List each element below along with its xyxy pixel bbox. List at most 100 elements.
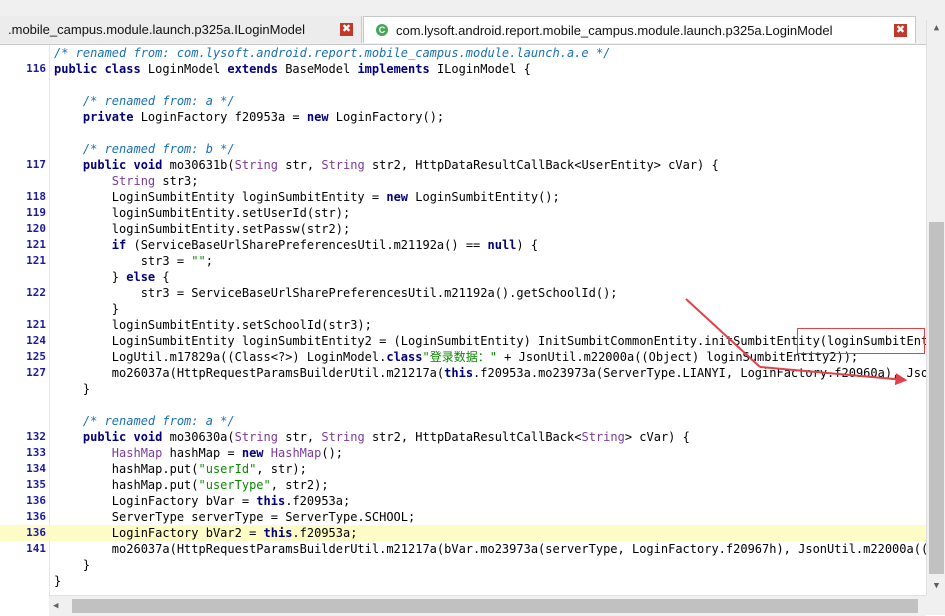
line-number: 136	[26, 494, 46, 507]
code-token: LoginFactory bVar =	[54, 494, 257, 508]
code-line[interactable]: 117 public void mo30631b(String str, Str…	[0, 157, 926, 173]
code-token: LoginFactory();	[335, 110, 445, 124]
vertical-scroll-thumb[interactable]	[929, 222, 944, 574]
code-line[interactable]: /* renamed from: a */	[0, 413, 926, 429]
code-editor[interactable]: /* renamed from: com.lysoft.android.repo…	[0, 45, 926, 595]
code-token: ""	[191, 254, 206, 268]
code-token: str2, HttpDataResultCallBack<UserEntity>…	[364, 158, 719, 172]
code-text: /* renamed from: a */	[54, 93, 235, 109]
code-token: loginSumbitEntity.setSchoolId(str3);	[54, 318, 372, 332]
line-number: 122	[26, 286, 46, 299]
line-number: 121	[26, 254, 46, 267]
line-number: 127	[26, 366, 46, 379]
code-token: private	[82, 110, 141, 124]
code-token: }	[54, 574, 62, 588]
scroll-up-icon[interactable]: ▲	[927, 20, 945, 37]
code-line[interactable]: 136 LoginFactory bVar2 = this.f20953a;	[0, 525, 926, 541]
code-text: loginSumbitEntity.setUserId(str);	[54, 205, 350, 221]
code-token: (ServiceBaseUrlSharePreferencesUtil.m211…	[133, 238, 488, 252]
scroll-down-icon[interactable]: ▼	[927, 578, 945, 595]
code-line[interactable]: private LoginFactory f20953a = new Login…	[0, 109, 926, 125]
tab-login-model[interactable]: C com.lysoft.android.report.mobile_campu…	[363, 16, 916, 43]
code-line[interactable]: 136 ServerType serverType = ServerType.S…	[0, 509, 926, 525]
line-number: 119	[26, 206, 46, 219]
code-token: }	[54, 558, 91, 572]
line-number: 135	[26, 478, 46, 491]
code-line[interactable]: 121 str3 = "";	[0, 253, 926, 269]
code-text: /* renamed from: com.lysoft.android.repo…	[54, 45, 610, 61]
code-line[interactable]: 141 mo26037a(HttpRequestParamsBuilderUti…	[0, 541, 926, 557]
code-line[interactable]: 135 hashMap.put("userType", str2);	[0, 477, 926, 493]
code-token: }	[54, 302, 120, 316]
code-token: String	[321, 158, 365, 172]
code-line[interactable]: }	[0, 573, 926, 589]
code-line[interactable]: String str3;	[0, 173, 926, 189]
line-number: 134	[26, 462, 46, 475]
code-text: private LoginFactory f20953a = new Login…	[54, 109, 444, 125]
code-line[interactable]: 132 public void mo30630a(String str, Str…	[0, 429, 926, 445]
horizontal-scrollbar[interactable]: ◀	[49, 595, 926, 616]
code-text: hashMap.put("userId", str);	[54, 461, 307, 477]
code-token: , str);	[256, 462, 307, 476]
code-token: "登录数据："	[422, 350, 497, 364]
code-line[interactable]: 136 LoginFactory bVar = this.f20953a;	[0, 493, 926, 509]
code-line[interactable]	[0, 77, 926, 93]
horizontal-scroll-thumb[interactable]	[72, 599, 918, 613]
code-line[interactable]	[0, 125, 926, 141]
code-line[interactable]: 122 str3 = ServiceBaseUrlSharePreference…	[0, 285, 926, 301]
code-line[interactable]: 119 loginSumbitEntity.setUserId(str);	[0, 205, 926, 221]
code-text: }	[54, 573, 61, 589]
code-token: str3 =	[54, 254, 192, 268]
code-line[interactable]: }	[0, 301, 926, 317]
code-line[interactable]	[0, 397, 926, 413]
line-number: 133	[26, 446, 46, 459]
code-token: this	[263, 526, 293, 540]
code-line[interactable]: 125 LogUtil.m17829a((Class<?>) LoginMode…	[0, 349, 926, 365]
code-token: ILoginModel {	[436, 62, 531, 76]
gutter-corner	[0, 595, 49, 615]
code-token: mo26037a(HttpRequestParamsBuilderUtil.m2…	[54, 542, 926, 556]
code-line[interactable]: 134 hashMap.put("userId", str);	[0, 461, 926, 477]
code-line[interactable]: }	[0, 557, 926, 573]
code-line[interactable]: /* renamed from: a */	[0, 93, 926, 109]
code-line[interactable]: }	[0, 381, 926, 397]
code-token: , str2);	[270, 478, 329, 492]
code-line[interactable]: 121 loginSumbitEntity.setSchoolId(str3);	[0, 317, 926, 333]
code-text: public void mo30631b(String str, String …	[54, 157, 719, 173]
code-token: implements	[357, 62, 437, 76]
code-token: LoginSumbitEntity();	[415, 190, 560, 204]
editor-tab-bar: .mobile_campus.module.launch.p325a.ILogi…	[0, 0, 945, 45]
code-line[interactable]: 127 mo26037a(HttpRequestParamsBuilderUti…	[0, 365, 926, 381]
tab-ilogin-model[interactable]: .mobile_campus.module.launch.p325a.ILogi…	[0, 16, 362, 43]
code-token: ServerType serverType = ServerType.SCHOO…	[54, 510, 416, 524]
code-token: hashMap.put(	[54, 462, 199, 476]
code-token: str3 = ServiceBaseUrlSharePreferencesUti…	[54, 286, 618, 300]
close-icon[interactable]: ✖	[340, 23, 353, 36]
scroll-left-icon[interactable]: ◀	[53, 596, 67, 616]
code-token: public class	[54, 62, 148, 76]
code-line[interactable]: 124 LoginSumbitEntity loginSumbitEntity2…	[0, 333, 926, 349]
code-token: hashMap.put(	[54, 478, 199, 492]
code-token: mo30630a(	[169, 430, 235, 444]
code-line[interactable]: /* renamed from: com.lysoft.android.repo…	[0, 45, 926, 61]
code-token: .f20953a;	[285, 494, 351, 508]
code-token: public void	[82, 158, 170, 172]
close-icon[interactable]: ✖	[894, 23, 907, 37]
tab-label: com.lysoft.android.report.mobile_campus.…	[396, 22, 833, 38]
code-text: HashMap hashMap = new HashMap();	[54, 445, 343, 461]
code-line[interactable]: 116 public class LoginModel extends BaseM…	[0, 61, 926, 77]
code-token: String	[581, 430, 625, 444]
code-line[interactable]: 121 if (ServiceBaseUrlSharePreferencesUt…	[0, 237, 926, 253]
code-line[interactable]: } else {	[0, 269, 926, 285]
code-line[interactable]: 118 LoginSumbitEntity loginSumbitEntity …	[0, 189, 926, 205]
code-line[interactable]: /* renamed from: b */	[0, 141, 926, 157]
code-text: } else {	[54, 269, 170, 285]
code-line[interactable]: 120 loginSumbitEntity.setPassw(str2);	[0, 221, 926, 237]
line-number: 132	[26, 430, 46, 443]
code-line[interactable]: 133 HashMap hashMap = new HashMap();	[0, 445, 926, 461]
code-token: str3;	[155, 174, 199, 188]
vertical-scrollbar[interactable]: ▲ ▼	[926, 20, 945, 595]
